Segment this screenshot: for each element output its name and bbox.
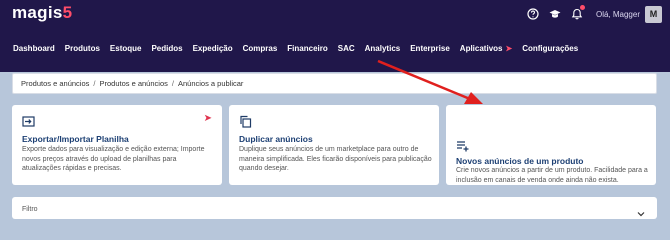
user-greeting: Olá, Magger <box>595 9 640 19</box>
nav-label: Pedidos <box>151 44 183 53</box>
card-duplicate[interactable]: Duplicar anúncios Duplique seus anúncios… <box>229 105 439 185</box>
card-description: Crie novos anúncios a partir de um produ… <box>456 167 648 184</box>
breadcrumb-separator: / <box>171 79 174 88</box>
breadcrumb: Produtos e anúncios / Produtos e anúncio… <box>12 73 657 94</box>
breadcrumb-item[interactable]: Produtos e anúncios <box>99 79 167 88</box>
breadcrumb-item[interactable]: Produtos e anúncios <box>21 79 89 88</box>
breadcrumb-current: Anúncios a publicar <box>177 79 244 88</box>
bell-icon[interactable] <box>571 5 585 20</box>
nav-label: Produtos <box>64 44 100 53</box>
card-title: Exportar/Importar Planilha <box>22 134 129 144</box>
help-icon[interactable] <box>527 8 539 20</box>
nav-label: Compras <box>242 44 278 53</box>
card-title: Novos anúncios de um produto <box>456 156 584 166</box>
logo-suffix: 5 <box>62 3 73 22</box>
card-new-listings[interactable]: Novos anúncios de um produto Crie novos … <box>446 105 656 185</box>
nav-label: Configurações <box>522 44 579 53</box>
nav-item-analytics[interactable]: Analytics <box>360 44 406 53</box>
nav-item-financeiro[interactable]: Financeiro <box>282 44 332 53</box>
nav-item-pedidos[interactable]: Pedidos <box>146 44 187 53</box>
filter-label: Filtro <box>22 206 38 213</box>
export-icon <box>22 115 35 128</box>
chevron-down-icon[interactable] <box>637 205 645 217</box>
rocket-icon: ➤ <box>203 113 212 124</box>
playlist-add-icon <box>456 139 469 152</box>
avatar[interactable]: M <box>645 5 662 23</box>
nav-label: Enterprise <box>410 44 450 53</box>
logo-text: magis <box>12 3 63 22</box>
breadcrumb-separator: / <box>93 79 96 88</box>
nav-item-estoque[interactable]: Estoque <box>105 44 147 53</box>
card-description: Exporte dados para visualização e edição… <box>22 146 205 172</box>
nav-label: Estoque <box>109 44 142 53</box>
nav-label: Dashboard <box>13 44 55 53</box>
main-nav: Dashboard Produtos Estoque Pedidos Exped… <box>8 44 583 53</box>
graduation-cap-icon[interactable] <box>549 8 561 20</box>
nav-label: Financeiro <box>287 44 328 53</box>
nav-label: Aplicativos <box>459 44 503 53</box>
card-export-import[interactable]: ➤ Exportar/Importar Planilha Exporte dad… <box>12 105 222 185</box>
nav-item-dashboard[interactable]: Dashboard <box>8 44 60 53</box>
rocket-icon: ➤ <box>505 44 513 53</box>
copy-icon <box>239 115 252 128</box>
nav-item-sac[interactable]: SAC <box>333 44 360 53</box>
nav-label: Expedição <box>192 44 233 53</box>
nav-item-aplicativos[interactable]: Aplicativos ➤ <box>455 44 517 53</box>
nav-item-configuracoes[interactable]: Configurações <box>517 44 583 53</box>
nav-item-expedicao[interactable]: Expedição <box>188 44 238 53</box>
top-header: magis5 Olá, Magger M Dashboard Produtos … <box>0 0 670 72</box>
notification-badge <box>579 5 585 10</box>
card-title: Duplicar anúncios <box>239 134 313 144</box>
logo[interactable]: magis5 <box>12 3 72 23</box>
filter-panel[interactable]: Filtro <box>12 197 657 219</box>
card-description: Duplique seus anúncios de um marketplace… <box>239 146 432 172</box>
nav-item-compras[interactable]: Compras <box>238 44 283 53</box>
nav-item-enterprise[interactable]: Enterprise <box>405 44 455 53</box>
nav-label: SAC <box>337 44 355 53</box>
nav-item-produtos[interactable]: Produtos <box>60 44 105 53</box>
nav-label: Analytics <box>364 44 401 53</box>
header-actions: Olá, Magger M <box>517 0 670 28</box>
